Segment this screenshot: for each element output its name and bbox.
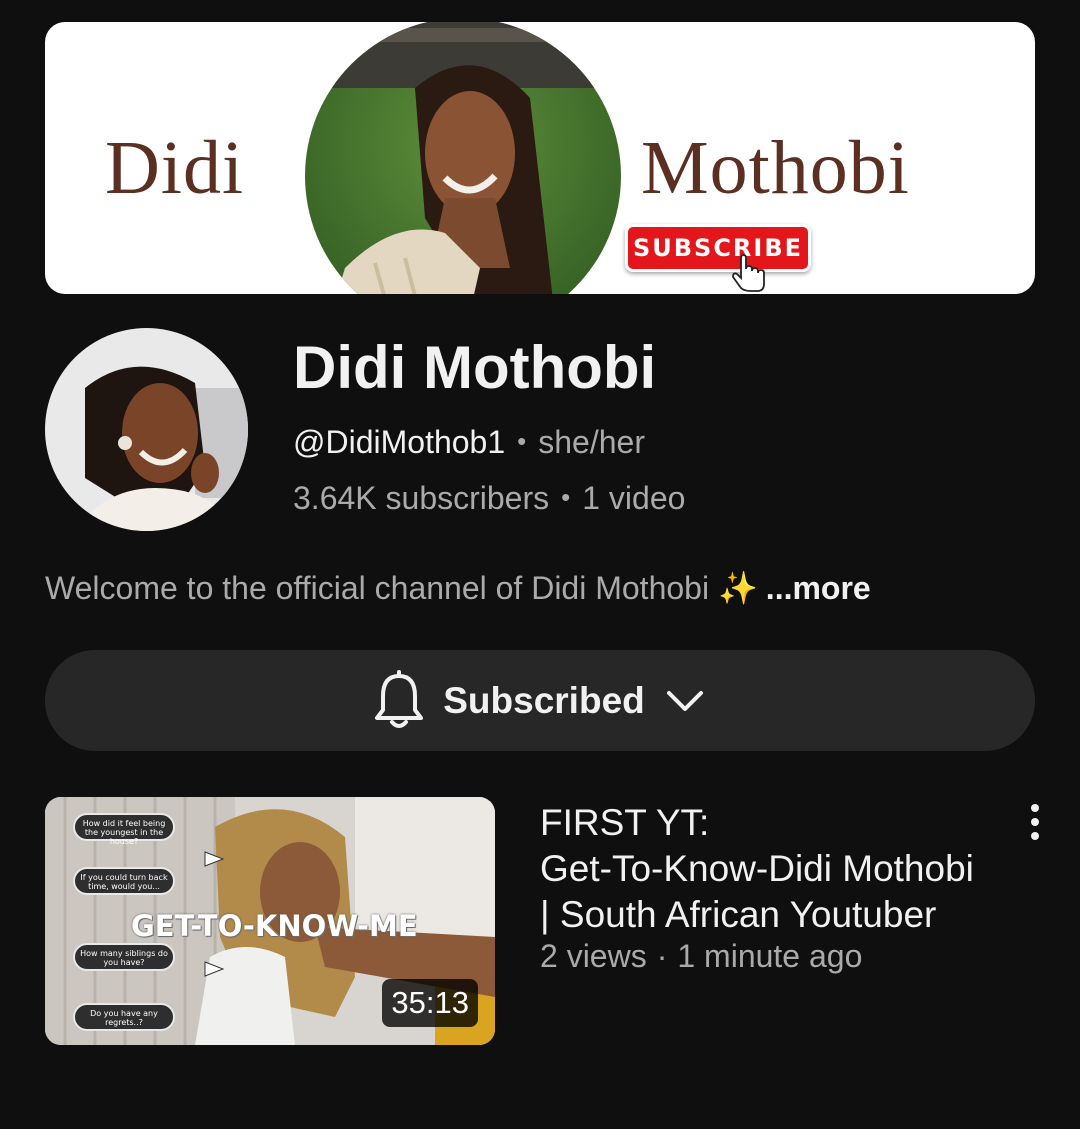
banner-first-name: Didi: [105, 126, 245, 210]
chevron-down-icon: [666, 690, 703, 711]
thumbnail-question: How did it feel being the youngest in th…: [73, 813, 175, 846]
banner-subscribe-graphic: SUBSCRIBE: [625, 224, 811, 272]
video-title-line: | South African Youtuber: [540, 894, 937, 935]
banner-portrait-image: [305, 22, 621, 294]
more-options-icon[interactable]: [1018, 800, 1052, 844]
meta-separator: •: [517, 426, 527, 456]
video-title-line: FIRST YT:: [540, 802, 710, 843]
subscriber-count: 3.64K subscribers: [293, 480, 550, 516]
video-views: 2 views: [540, 938, 647, 974]
thumbnail-question: Do you have any regrets..?: [73, 1003, 175, 1031]
thumbnail-question: How many siblings do you have?: [73, 943, 175, 971]
video-count: 1 video: [582, 480, 686, 516]
channel-pronouns: she/her: [538, 424, 645, 460]
kebab-dot: [1031, 832, 1039, 840]
video-meta: 2 views · 1 minute ago: [540, 936, 862, 976]
channel-description[interactable]: Welcome to the official channel of Didi …: [45, 568, 871, 608]
video-age: 1 minute ago: [677, 938, 863, 974]
channel-description-text: Welcome to the official channel of Didi …: [45, 570, 758, 606]
subscribed-button[interactable]: Subscribed: [45, 650, 1035, 751]
subscribed-label: Subscribed: [443, 679, 645, 721]
banner-last-name: Mothobi: [641, 126, 910, 210]
meta-separator: •: [561, 482, 571, 512]
thumbnail-question: If you could turn back time, would you..…: [73, 867, 175, 895]
channel-stats-line: 3.64K subscribers • 1 video: [293, 478, 685, 520]
video-thumbnail[interactable]: How did it feel being the youngest in th…: [45, 797, 495, 1045]
thumbnail-title: GET-TO-KNOW-ME: [131, 909, 418, 943]
channel-handle: @DidiMothob1: [293, 424, 506, 460]
kebab-dot: [1031, 804, 1039, 812]
channel-avatar[interactable]: [45, 328, 248, 531]
channel-handle-line: @DidiMothob1 • she/her: [293, 422, 645, 464]
hand-cursor-icon: [732, 254, 765, 292]
channel-banner: Didi Mothobi SUBSCRIBE: [45, 22, 1035, 294]
bell-icon: [375, 669, 424, 728]
video-title-line: Get-To-Know-Didi Mothobi: [540, 848, 974, 889]
video-duration: 35:13: [382, 979, 478, 1027]
more-link[interactable]: ...more: [766, 570, 871, 606]
kebab-dot: [1031, 818, 1039, 826]
meta-separator: ·: [656, 938, 668, 974]
channel-name: Didi Mothobi: [293, 334, 657, 401]
video-title[interactable]: FIRST YT: Get-To-Know-Didi Mothobi | Sou…: [540, 800, 1010, 938]
